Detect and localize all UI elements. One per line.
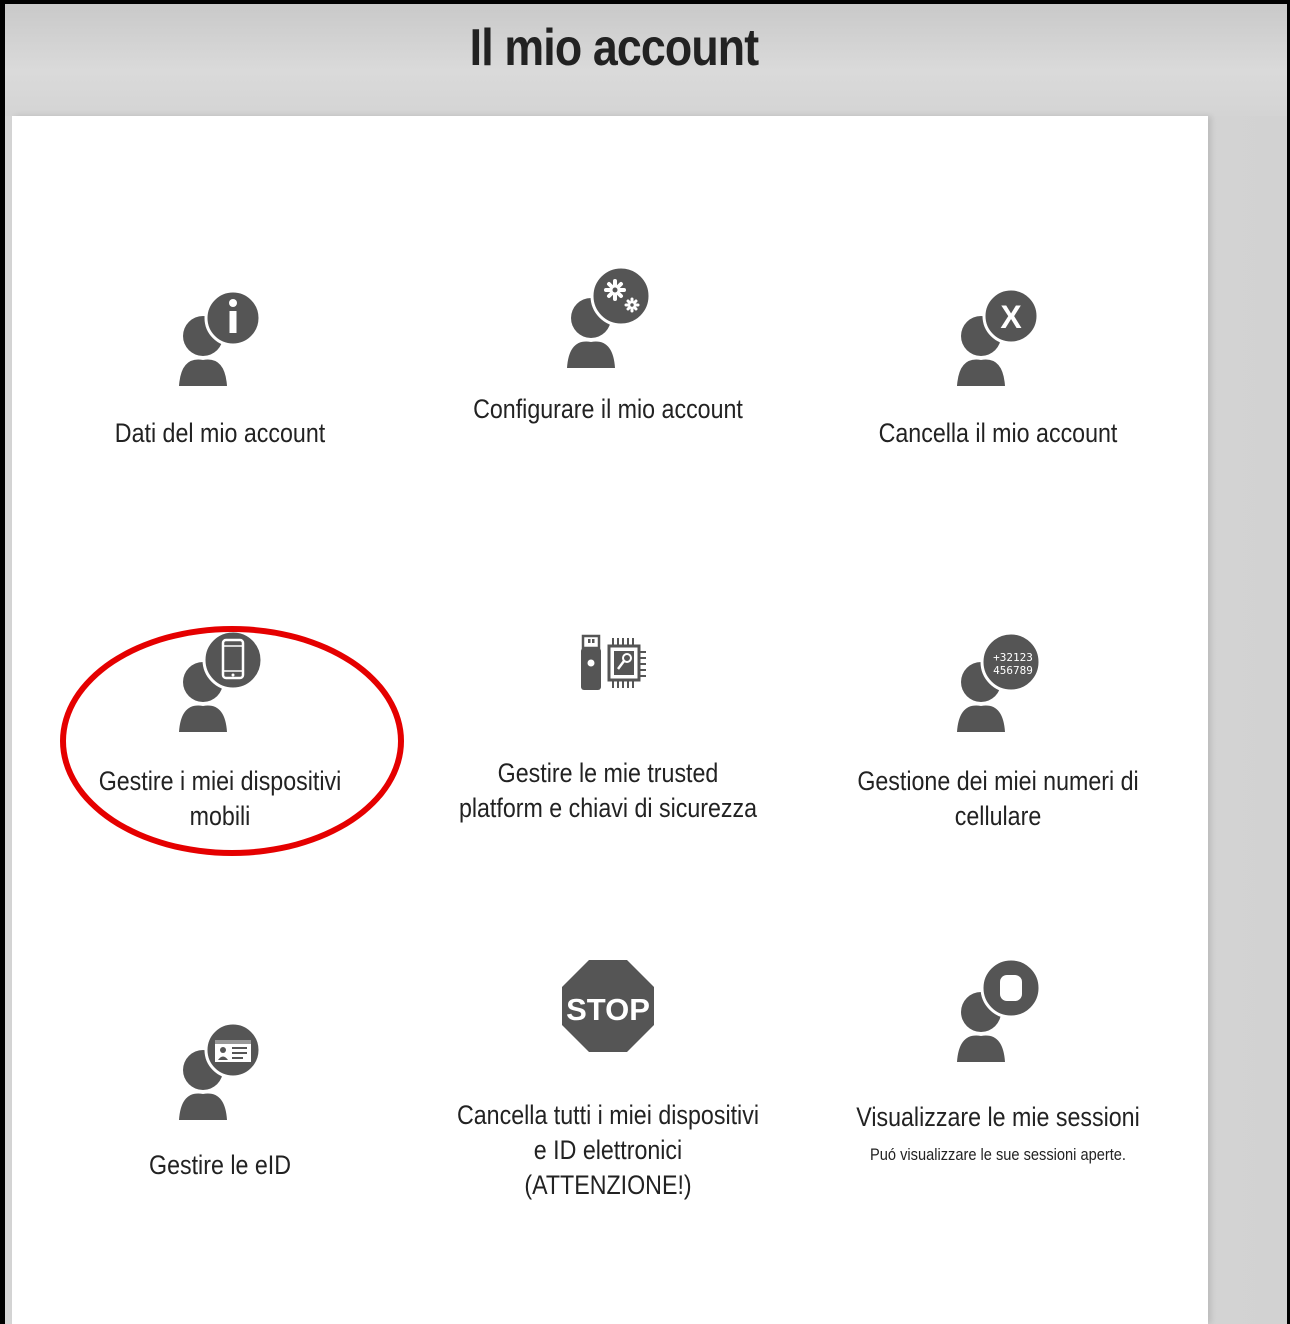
phone-number-line2: 456789 [993, 664, 1033, 677]
tile-mobile-devices[interactable]: Gestire i miei dispositivi mobili [40, 624, 400, 834]
tile-delete-all-devices[interactable]: STOP Cancella tutti i miei dispositivi e… [428, 958, 788, 1203]
stop-sign-text: STOP [566, 992, 650, 1027]
phone-number-line1: +32123 [993, 651, 1033, 664]
person-phone-number-icon: +32123 456789 [957, 631, 1042, 732]
tile-label: Dati del mio account [114, 418, 326, 448]
account-menu-panel: Dati del mio account Configurare il mio … [12, 116, 1208, 1324]
person-id-card-icon [179, 1021, 262, 1120]
tile-phone-numbers[interactable]: +32123 456789 Gestione dei miei numeri d… [818, 624, 1178, 834]
tile-label: Configurare il mio account [473, 394, 743, 424]
tile-description: Puó visualizzare le sue sessioni aperte. [869, 1145, 1126, 1164]
usb-key-chip-icon [581, 634, 646, 690]
person-info-icon [179, 289, 262, 386]
tile-label: Visualizzare le mie sessioni [856, 1102, 1140, 1132]
tile-label: Gestire le mie trusted platform e chiavi… [458, 758, 758, 823]
person-sessions-icon [957, 957, 1042, 1062]
tile-label: Gestire le eID [149, 1150, 291, 1180]
tile-label: Gestire i miei dispositivi mobili [98, 766, 342, 831]
page-header: Il mio account [5, 4, 1287, 116]
tile-label: Cancella il mio account [878, 418, 1118, 448]
person-gears-icon [567, 265, 652, 368]
person-delete-icon: X [957, 287, 1040, 386]
tile-trusted-platform[interactable]: Gestire le mie trusted platform e chiavi… [428, 628, 788, 826]
tile-sessions[interactable]: Visualizzare le mie sessioni Puó visuali… [818, 954, 1178, 1169]
stop-sign-icon: STOP [562, 960, 654, 1052]
tile-delete-account[interactable]: X Cancella il mio account [818, 278, 1178, 451]
tile-label: Cancella tutti i miei dispositivi e ID e… [457, 1100, 759, 1200]
page-title: Il mio account [469, 19, 759, 77]
svg-text:X: X [1000, 299, 1022, 335]
tile-eid[interactable]: Gestire le eID [40, 1012, 400, 1183]
tile-configure-account[interactable]: Configurare il mio account [428, 260, 788, 427]
tile-label: Gestione dei miei numeri di cellulare [857, 766, 1139, 831]
tile-account-data[interactable]: Dati del mio account [40, 278, 400, 451]
person-smartphone-icon [179, 629, 264, 732]
